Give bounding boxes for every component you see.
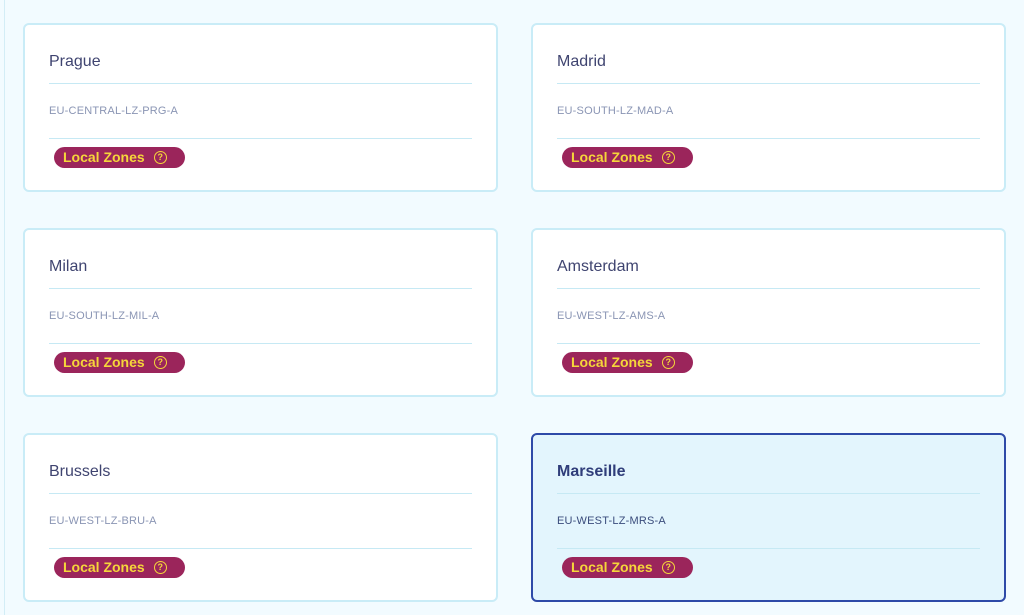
card-divider bbox=[49, 548, 472, 549]
zone-name: Milan bbox=[49, 258, 88, 275]
card-divider bbox=[557, 288, 980, 289]
card-divider bbox=[557, 343, 980, 344]
zone-name: Prague bbox=[49, 53, 101, 70]
local-zones-badge[interactable]: Local Zones ? bbox=[54, 352, 185, 373]
zone-code: EU-SOUTH-LZ-MIL-A bbox=[49, 310, 160, 322]
local-zones-badge[interactable]: Local Zones ? bbox=[54, 557, 185, 578]
local-zones-badge-label: Local Zones bbox=[571, 149, 653, 165]
zone-name: Madrid bbox=[557, 53, 606, 70]
local-zones-badge-label: Local Zones bbox=[63, 354, 145, 370]
zone-card-brussels[interactable]: Brussels EU-WEST-LZ-BRU-A Local Zones ? bbox=[23, 433, 498, 602]
zone-name: Marseille bbox=[557, 463, 626, 480]
local-zones-badge[interactable]: Local Zones ? bbox=[562, 147, 693, 168]
card-divider bbox=[557, 138, 980, 139]
card-divider bbox=[49, 83, 472, 84]
zone-code: EU-WEST-LZ-MRS-A bbox=[557, 515, 666, 527]
card-divider bbox=[49, 343, 472, 344]
card-divider bbox=[557, 493, 980, 494]
zone-code: EU-CENTRAL-LZ-PRG-A bbox=[49, 105, 179, 117]
card-divider bbox=[49, 138, 472, 139]
local-zones-badge-label: Local Zones bbox=[63, 559, 145, 575]
zone-card-prague[interactable]: Prague EU-CENTRAL-LZ-PRG-A Local Zones ? bbox=[23, 23, 498, 192]
local-zones-badge[interactable]: Local Zones ? bbox=[562, 352, 693, 373]
zone-code: EU-SOUTH-LZ-MAD-A bbox=[557, 105, 674, 117]
zone-name: Amsterdam bbox=[557, 258, 639, 275]
question-circle-icon[interactable]: ? bbox=[153, 151, 167, 164]
zone-card-amsterdam[interactable]: Amsterdam EU-WEST-LZ-AMS-A Local Zones ? bbox=[531, 228, 1006, 397]
question-circle-icon[interactable]: ? bbox=[153, 561, 167, 574]
question-circle-icon[interactable]: ? bbox=[661, 356, 675, 369]
zone-card-marseille[interactable]: Marseille EU-WEST-LZ-MRS-A Local Zones ? bbox=[531, 433, 1006, 602]
question-circle-icon[interactable]: ? bbox=[661, 151, 675, 164]
zone-code: EU-WEST-LZ-BRU-A bbox=[49, 515, 157, 527]
local-zones-badge[interactable]: Local Zones ? bbox=[54, 147, 185, 168]
question-circle-icon[interactable]: ? bbox=[153, 356, 167, 369]
zone-card-madrid[interactable]: Madrid EU-SOUTH-LZ-MAD-A Local Zones ? bbox=[531, 23, 1006, 192]
local-zones-badge-label: Local Zones bbox=[571, 354, 653, 370]
local-zones-badge[interactable]: Local Zones ? bbox=[562, 557, 693, 578]
local-zones-badge-label: Local Zones bbox=[571, 559, 653, 575]
card-divider bbox=[557, 83, 980, 84]
card-divider bbox=[49, 493, 472, 494]
page-left-divider bbox=[4, 0, 5, 615]
zone-name: Brussels bbox=[49, 463, 111, 480]
zone-code: EU-WEST-LZ-AMS-A bbox=[557, 310, 666, 322]
question-circle-icon[interactable]: ? bbox=[661, 561, 675, 574]
card-divider bbox=[557, 548, 980, 549]
local-zones-badge-label: Local Zones bbox=[63, 149, 145, 165]
zone-card-milan[interactable]: Milan EU-SOUTH-LZ-MIL-A Local Zones ? bbox=[23, 228, 498, 397]
card-divider bbox=[49, 288, 472, 289]
